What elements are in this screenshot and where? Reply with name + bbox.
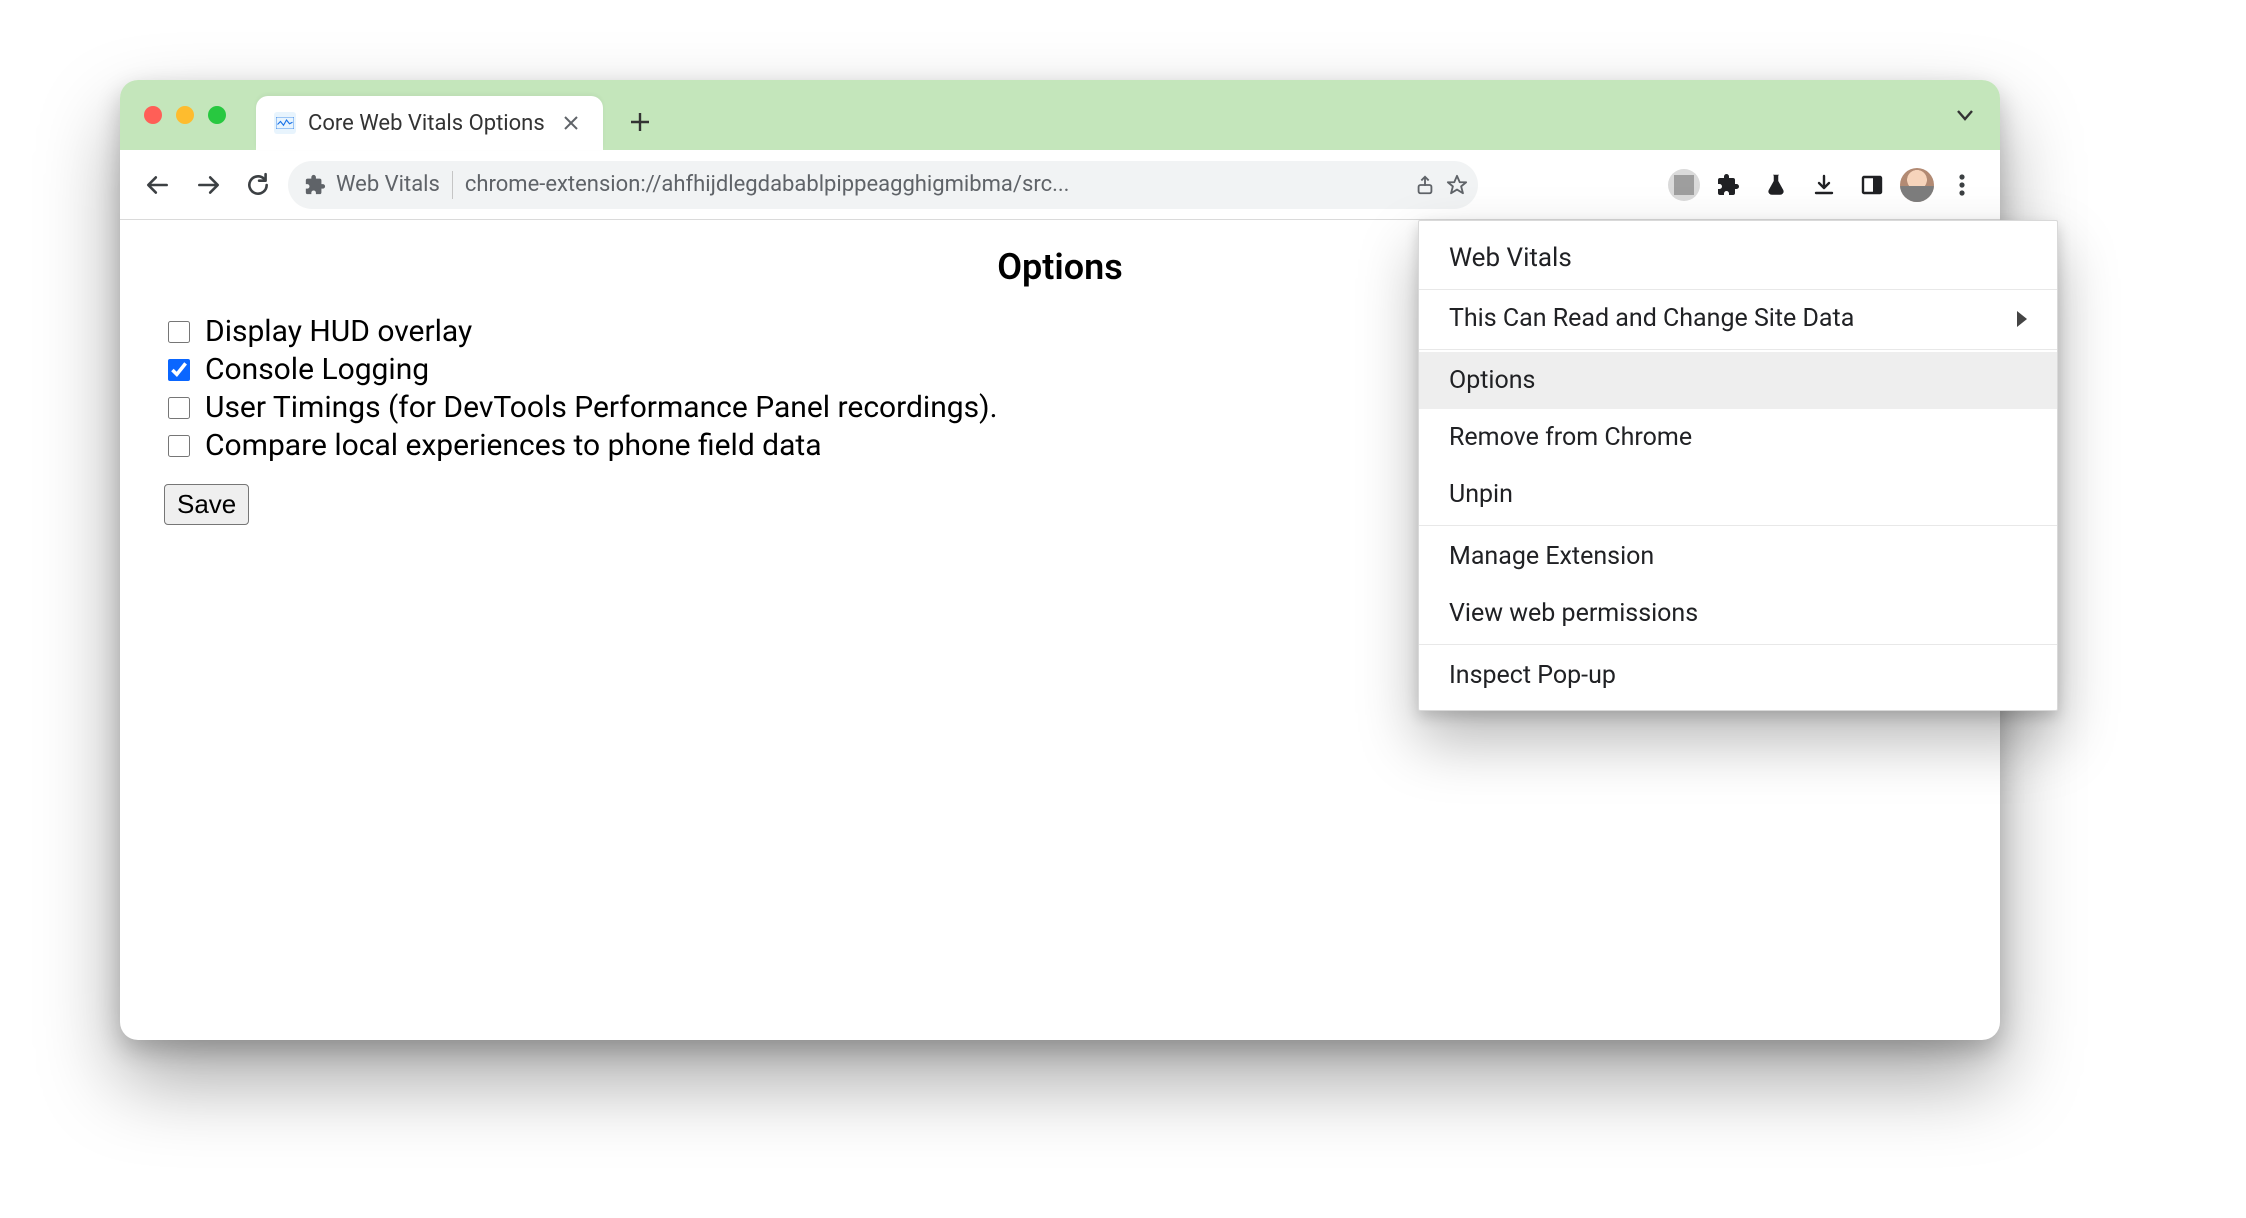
context-menu-item-label: Remove from Chrome [1449, 423, 1692, 452]
bookmark-star-icon[interactable] [1446, 174, 1468, 196]
tab-close-button[interactable] [557, 109, 585, 137]
chevron-right-icon [2017, 311, 2027, 327]
context-menu-item[interactable]: Remove from Chrome [1419, 409, 2057, 466]
forward-button[interactable] [188, 165, 228, 205]
option-label: Console Logging [205, 352, 429, 387]
context-menu-header: Web Vitals [1419, 227, 2057, 290]
option-label: Display HUD overlay [205, 314, 472, 349]
extension-icon [304, 174, 326, 196]
browser-tab[interactable]: Core Web Vitals Options [256, 96, 603, 150]
labs-button[interactable] [1756, 165, 1796, 205]
context-menu-item[interactable]: Inspect Pop-up [1419, 647, 2057, 704]
window-controls [130, 106, 256, 124]
option-checkbox[interactable] [168, 435, 190, 457]
window-close-button[interactable] [144, 106, 162, 124]
site-info-button[interactable]: Web Vitals [304, 172, 440, 197]
webvitals-extension-action[interactable] [1668, 169, 1700, 201]
option-label: User Timings (for DevTools Performance P… [205, 390, 997, 425]
profile-avatar[interactable] [1900, 168, 1934, 202]
context-menu-item[interactable]: Options [1419, 352, 2057, 409]
window-minimize-button[interactable] [176, 106, 194, 124]
context-menu-item-label: Unpin [1449, 480, 1513, 509]
omnibox-divider [452, 171, 453, 199]
option-checkbox[interactable] [168, 359, 190, 381]
context-menu-item-label: Manage Extension [1449, 542, 1654, 571]
extensions-button[interactable] [1708, 165, 1748, 205]
address-bar[interactable]: Web Vitals chrome-extension://ahfhijdleg… [288, 161, 1478, 209]
option-checkbox[interactable] [168, 321, 190, 343]
context-menu-item[interactable]: Manage Extension [1419, 528, 2057, 585]
back-button[interactable] [138, 165, 178, 205]
context-menu-item[interactable]: View web permissions [1419, 585, 2057, 642]
side-panel-button[interactable] [1852, 165, 1892, 205]
context-menu-item[interactable]: This Can Read and Change Site Data [1419, 290, 2057, 347]
context-menu-separator [1419, 525, 2057, 526]
reload-button[interactable] [238, 165, 278, 205]
tab-search-button[interactable] [1950, 100, 1980, 130]
window-zoom-button[interactable] [208, 106, 226, 124]
context-menu-separator [1419, 644, 2057, 645]
site-label: Web Vitals [336, 172, 440, 197]
option-label: Compare local experiences to phone field… [205, 428, 822, 463]
context-menu-separator [1419, 349, 2057, 350]
context-menu-item-label: View web permissions [1449, 599, 1698, 628]
tab-favicon [274, 112, 296, 134]
new-tab-button[interactable] [619, 101, 661, 143]
chrome-menu-button[interactable] [1942, 165, 1982, 205]
context-menu-item-label: This Can Read and Change Site Data [1449, 304, 1854, 333]
extension-context-menu: Web Vitals This Can Read and Change Site… [1418, 220, 2058, 711]
option-checkbox[interactable] [168, 397, 190, 419]
url-text: chrome-extension://ahfhijdlegdabablpippe… [465, 172, 1402, 197]
downloads-button[interactable] [1804, 165, 1844, 205]
save-button[interactable]: Save [164, 484, 249, 525]
share-icon[interactable] [1414, 174, 1436, 196]
context-menu-item-label: Inspect Pop-up [1449, 661, 1616, 690]
tab-strip: Core Web Vitals Options [120, 80, 2000, 150]
tab-title: Core Web Vitals Options [308, 111, 545, 136]
toolbar: Web Vitals chrome-extension://ahfhijdleg… [120, 150, 2000, 220]
context-menu-item-label: Options [1449, 366, 1535, 395]
context-menu-item[interactable]: Unpin [1419, 466, 2057, 523]
